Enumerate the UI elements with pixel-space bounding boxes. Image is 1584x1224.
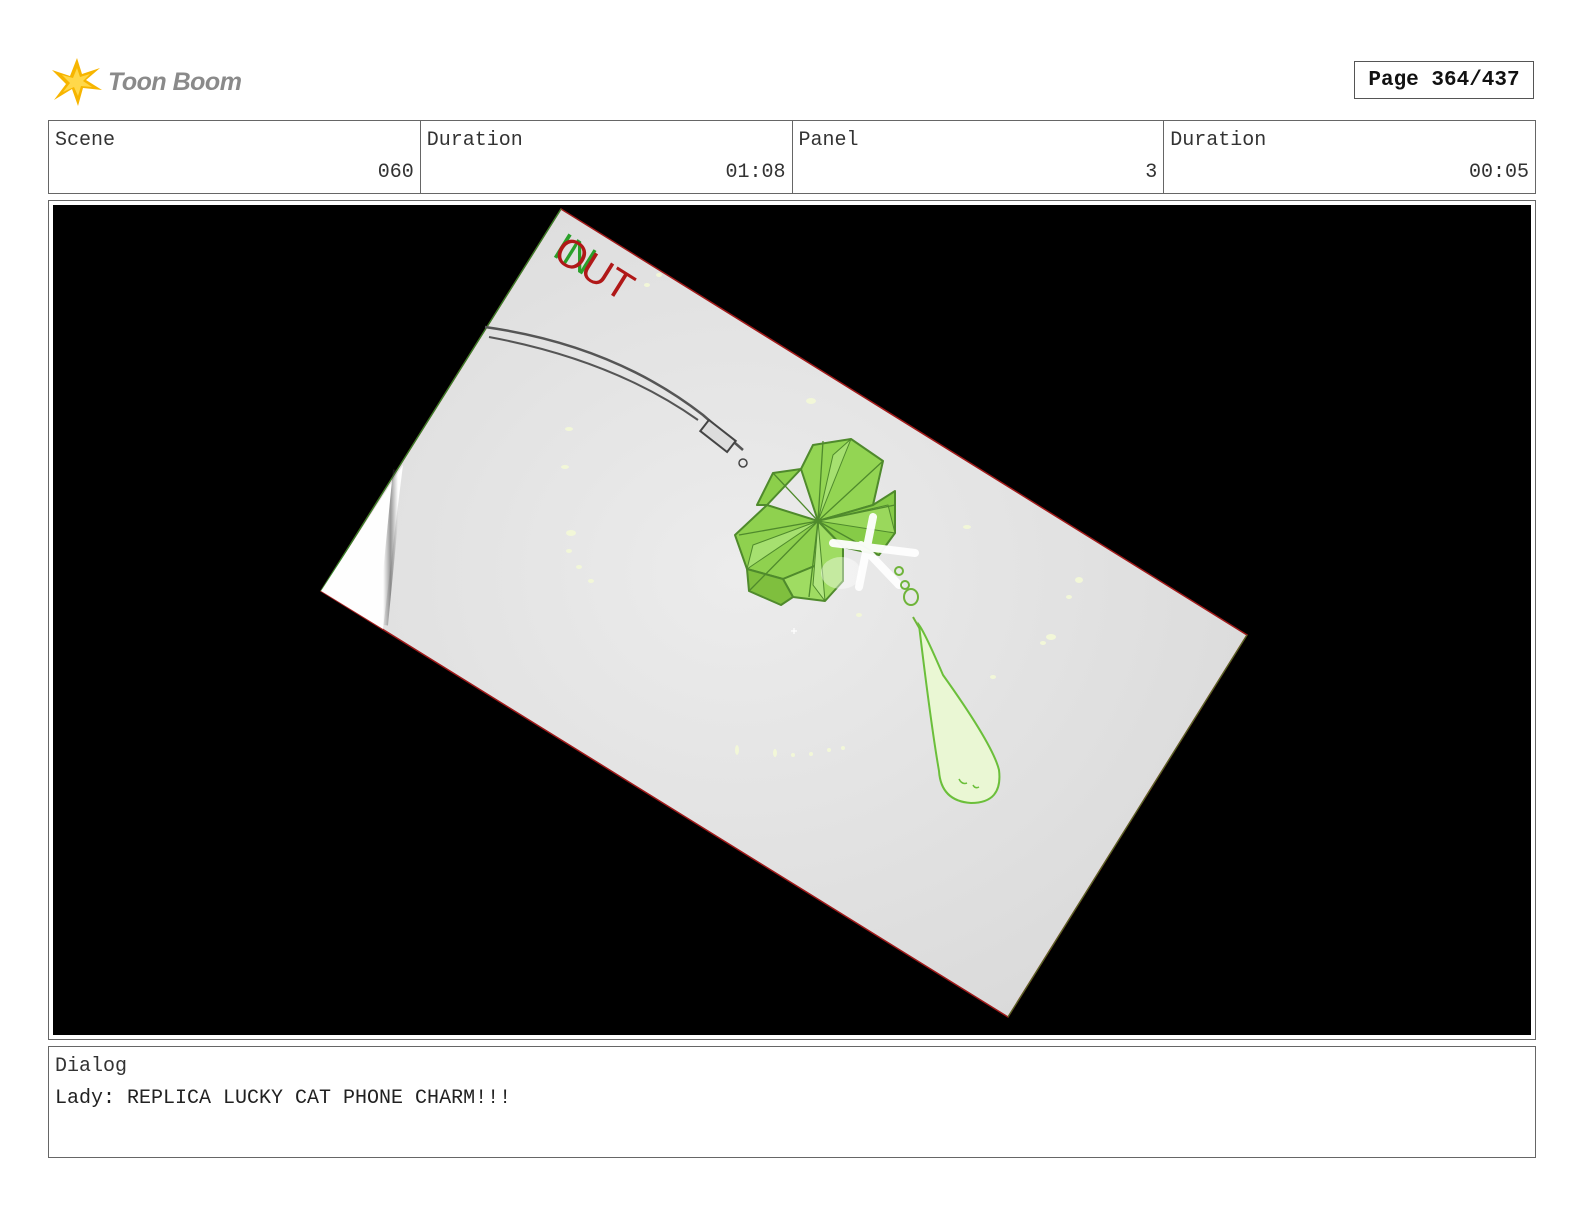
spark-icon xyxy=(52,58,102,106)
toon-boom-logo: Toon Boom xyxy=(50,54,250,110)
scene-duration-cell: Duration 01:08 xyxy=(421,121,793,193)
storyboard-panel-frame: IN OUT xyxy=(48,200,1536,1040)
scene-label: Scene xyxy=(55,129,116,152)
dialog-label: Dialog xyxy=(55,1055,128,1078)
panel-cell: Panel 3 xyxy=(793,121,1165,193)
panel-duration-cell: Duration 00:05 xyxy=(1164,121,1535,193)
panel-duration-value: 00:05 xyxy=(1468,161,1529,184)
scene-value: 060 xyxy=(377,161,414,184)
panel-label: Panel xyxy=(798,129,859,152)
scene-cell: Scene 060 xyxy=(49,121,421,193)
panel-info-table: Scene 060 Duration 01:08 Panel 3 Duratio… xyxy=(48,120,1536,194)
scene-duration-label: Duration xyxy=(426,129,523,152)
panel-duration-label: Duration xyxy=(1170,129,1267,152)
dialog-text: Lady: REPLICA LUCKY CAT PHONE CHARM!!! xyxy=(55,1087,512,1110)
panel-value: 3 xyxy=(1145,161,1158,184)
dialog-box: Dialog Lady: REPLICA LUCKY CAT PHONE CHA… xyxy=(48,1046,1536,1158)
storyboard-panel-image: IN OUT xyxy=(53,205,1531,1035)
tilted-paper xyxy=(319,207,1249,1019)
scene-duration-value: 01:08 xyxy=(725,161,786,184)
page-indicator: Page 364/437 xyxy=(1354,61,1534,99)
logo-text: Toon Boom xyxy=(108,67,242,96)
panel-drawing: IN OUT xyxy=(319,207,1249,1019)
